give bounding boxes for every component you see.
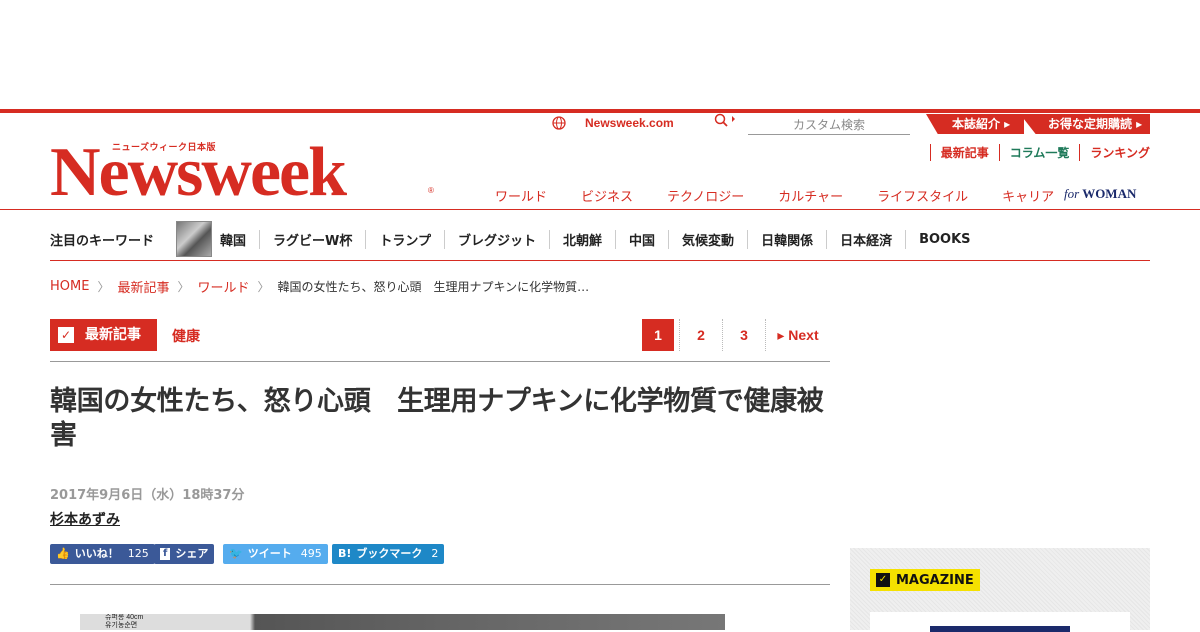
share-divider — [50, 584, 830, 585]
for-woman-link[interactable]: for WOMAN — [1064, 186, 1136, 202]
newsweek-logo[interactable]: ニューズウィーク日本版 Newsweek ® — [50, 134, 435, 211]
category-sub-link[interactable]: 健康 — [172, 326, 200, 346]
nav-divider — [0, 209, 1200, 210]
facebook-icon: f — [160, 548, 171, 560]
chevron-down-icon: ✓ — [58, 327, 74, 343]
page-1[interactable]: 1 — [642, 319, 674, 351]
tweet-button[interactable]: 🐦 ツイート 495 — [223, 544, 328, 564]
newsweek-com-link[interactable]: Newsweek.com — [585, 116, 674, 134]
keyword-japan-korea[interactable]: 日韓関係 — [748, 229, 828, 249]
keyword-thumbnail[interactable] — [176, 221, 213, 257]
category-bar: ✓ 最新記事 健康 1 2 3 ▸ Next — [50, 319, 830, 362]
magazine-cover-card[interactable] — [870, 612, 1130, 632]
bookmark-label: ブックマーク — [356, 547, 423, 560]
nav-lifestyle[interactable]: ライフスタイル — [877, 186, 968, 205]
article-author[interactable]: 杉本あずみ — [50, 509, 120, 529]
hatena-icon: B! — [338, 547, 352, 560]
ad-space — [0, 0, 1200, 108]
tweet-label: ツイート — [247, 547, 292, 560]
like-count: 125 — [127, 547, 149, 560]
category-label-text: 最新記事 — [85, 327, 141, 343]
column-list-link[interactable]: コラム一覧 — [998, 144, 1080, 161]
keyword-trump[interactable]: トランプ — [366, 229, 445, 249]
keyword-books[interactable]: BOOKS — [906, 232, 983, 247]
magazine-label[interactable]: ✓ MAGAZINE — [870, 569, 980, 591]
search-input[interactable] — [748, 116, 910, 135]
share-label: シェア — [175, 547, 209, 560]
tweet-count: 495 — [300, 547, 322, 560]
keyword-economy[interactable]: 日本経済 — [827, 229, 907, 249]
bookmark-button[interactable]: B! ブックマーク 2 — [332, 544, 445, 564]
breadcrumb-world[interactable]: ワールド — [198, 277, 250, 296]
page-2[interactable]: 2 — [679, 319, 722, 351]
chevron-down-icon: ✓ — [876, 573, 890, 587]
next-page-button[interactable]: ▸ Next — [765, 319, 830, 351]
ranking-link[interactable]: ランキング — [1079, 144, 1150, 161]
nav-culture[interactable]: カルチャー — [778, 186, 843, 205]
image-package-text: 슈퍼롱 40cm 유기농순면 — [105, 614, 144, 629]
breadcrumb-home[interactable]: HOME — [50, 279, 89, 294]
keyword-korea[interactable]: 韓国 — [220, 229, 261, 249]
chevron-right-icon: 〉 — [97, 280, 110, 294]
breadcrumb-current: 韓国の女性たち、怒り心頭 生理用ナプキンに化学物質… — [277, 280, 590, 294]
logo-wordmark: Newsweek — [50, 134, 347, 211]
chevron-right-icon: 〉 — [257, 280, 270, 294]
bookmark-count: 2 — [431, 547, 439, 560]
keyword-climate[interactable]: 気候変動 — [669, 229, 749, 249]
top-red-bar — [0, 109, 1200, 113]
keyword-china[interactable]: 中国 — [616, 229, 670, 249]
keyword-bar: 注目のキーワード 韓国 ラグビーW杯 トランプ ブレグジット 北朝鮮 中国 気候… — [50, 218, 1150, 261]
registered-mark: ® — [428, 186, 434, 195]
magazine-label-text: MAGAZINE — [896, 572, 974, 588]
search-icon[interactable] — [714, 113, 736, 131]
keyword-rugby[interactable]: ラグビーW杯 — [260, 229, 367, 249]
main-nav: ワールド ビジネス テクノロジー カルチャー ライフスタイル キャリア — [478, 186, 1071, 205]
nav-technology[interactable]: テクノロジー — [667, 186, 744, 205]
article-date: 2017年9月6日（水）18時37分 — [50, 488, 245, 503]
breadcrumb-latest[interactable]: 最新記事 — [117, 277, 169, 296]
page-3[interactable]: 3 — [722, 319, 765, 351]
magazine-cover — [930, 626, 1070, 632]
secondary-links: 最新記事 コラム一覧 ランキング — [929, 144, 1150, 161]
like-button[interactable]: 👍 いいね！ 125 — [50, 544, 155, 564]
about-magazine-tab[interactable]: 本誌紹介 ▸ — [926, 114, 1024, 134]
nav-business[interactable]: ビジネス — [581, 186, 633, 205]
pagination: 1 2 3 ▸ Next — [637, 319, 830, 351]
like-label: いいね！ — [74, 547, 119, 560]
thumbs-up-icon: 👍 — [56, 547, 70, 560]
for-woman-for: for — [1064, 186, 1080, 201]
nav-world[interactable]: ワールド — [495, 186, 547, 205]
sidebar-magazine: ✓ MAGAZINE — [850, 548, 1150, 632]
category-label[interactable]: ✓ 最新記事 — [50, 319, 157, 351]
keyword-title: 注目のキーワード — [50, 233, 155, 249]
keyword-brexit[interactable]: ブレグジット — [445, 229, 551, 249]
twitter-icon: 🐦 — [229, 547, 243, 560]
keyword-north-korea[interactable]: 北朝鮮 — [550, 229, 617, 249]
for-woman-woman: WOMAN — [1082, 186, 1137, 201]
latest-articles-link[interactable]: 最新記事 — [929, 144, 999, 161]
globe-icon — [552, 116, 566, 134]
article-image: 슈퍼롱 40cm 유기농순면 — [80, 614, 725, 630]
facebook-share-button[interactable]: f シェア — [154, 544, 215, 564]
breadcrumb: HOME 〉 最新記事 〉 ワールド 〉 韓国の女性たち、怒り心頭 生理用ナプキ… — [50, 277, 589, 296]
subscription-tab[interactable]: お得な定期購読 ▸ — [1020, 114, 1150, 134]
chevron-right-icon: 〉 — [177, 280, 190, 294]
nav-career[interactable]: キャリア — [1002, 186, 1054, 205]
article-headline: 韓国の女性たち、怒り心頭 生理用ナプキンに化学物質で健康被害 — [50, 386, 824, 451]
